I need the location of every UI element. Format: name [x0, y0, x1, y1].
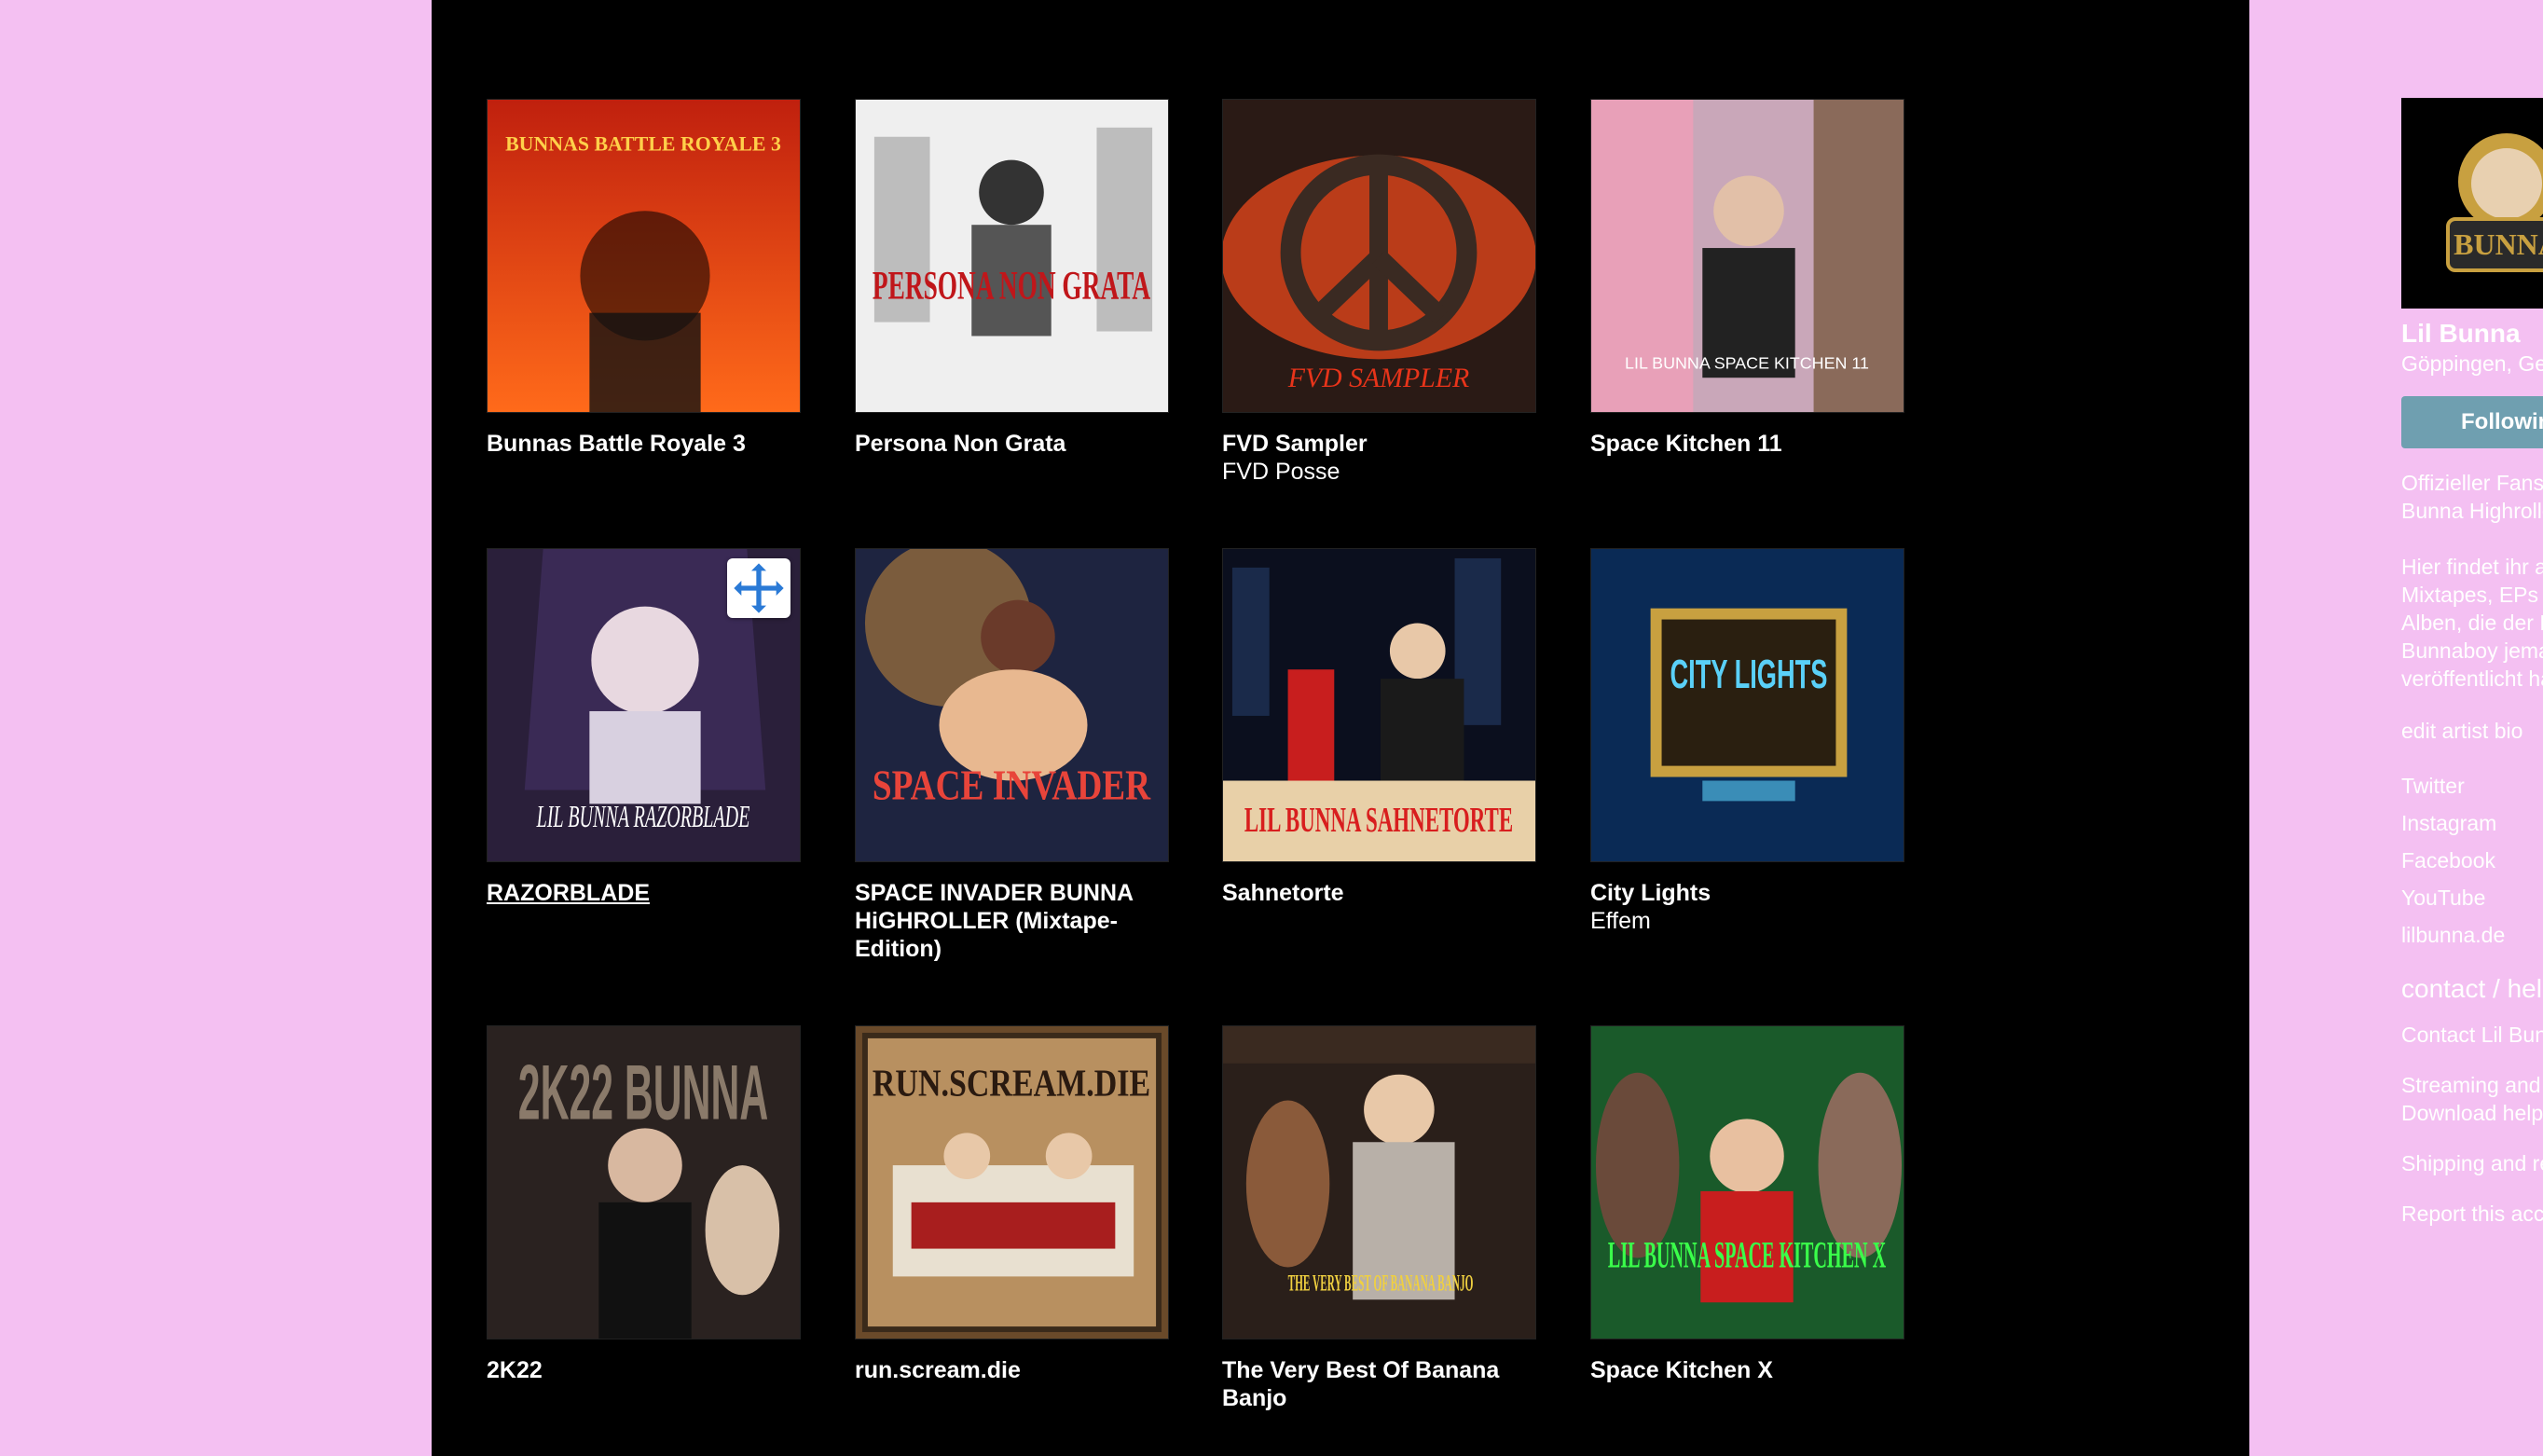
cover-text: LIL BUNNA SPACE KITCHEN 11: [1625, 353, 1869, 372]
album-title[interactable]: run.scream.die: [855, 1356, 1169, 1384]
album-cover[interactable]: FVD SAMPLER: [1222, 99, 1536, 413]
cover-text: LIL BUNNA RAZORBLADE: [536, 800, 749, 834]
album-cover[interactable]: LIL BUNNA SPACE KITCHEN 11: [1590, 99, 1904, 413]
move-button[interactable]: [727, 558, 790, 618]
contact-artist-link[interactable]: Contact Lil Bunna: [2401, 1021, 2543, 1049]
cover-text: PERSONA NON GRATA: [873, 264, 1150, 309]
album-cover[interactable]: BUNNAS BATTLE ROYALE 3: [487, 99, 801, 413]
twitter-link[interactable]: Twitter: [2401, 767, 2543, 804]
report-account-link[interactable]: Report this account: [2401, 1200, 2543, 1228]
album-title[interactable]: Space Kitchen 11: [1590, 430, 1904, 458]
album-item[interactable]: LIL BUNNA SPACE KITCHEN 11 Space Kitchen…: [1590, 99, 1904, 458]
artist-location: Göppingen, Germany: [2401, 351, 2543, 376]
move-icon: [734, 563, 784, 613]
album-item[interactable]: PERSONA NON GRATA Persona Non Grata: [855, 99, 1169, 458]
album-title[interactable]: Space Kitchen X: [1590, 1356, 1904, 1384]
album-cover[interactable]: SPACE INVADER: [855, 548, 1169, 862]
edit-bio-link[interactable]: edit artist bio: [2401, 717, 2543, 745]
album-cover[interactable]: RUN.SCREAM.DIE: [855, 1025, 1169, 1339]
album-item[interactable]: FVD SAMPLER FVD Sampler FVD Posse: [1222, 99, 1536, 486]
artist-bio: Offizieller Fanshop von Bunna Highroller…: [2401, 469, 2543, 693]
album-item[interactable]: 2K22 BUNNA 2K22: [487, 1025, 801, 1384]
cover-text: LIL BUNNA SAHNETORTE: [1244, 801, 1513, 840]
cover-text: BUNNAS BATTLE ROYALE 3: [505, 133, 781, 156]
album-item[interactable]: LIL BUNNA SPACE KITCHEN X Space Kitchen …: [1590, 1025, 1904, 1384]
album-title[interactable]: City Lights: [1590, 879, 1904, 907]
youtube-link[interactable]: YouTube: [2401, 879, 2543, 916]
artist-page-panel: BUNNAS BATTLE ROYALE 3 Bunnas Battle Roy…: [432, 0, 2543, 1456]
cover-text: FVD SAMPLER: [1287, 363, 1470, 393]
album-cover[interactable]: PERSONA NON GRATA: [855, 99, 1169, 413]
avatar-logo-text: BUNNA: [2454, 227, 2543, 261]
album-cover[interactable]: LIL BUNNA SPACE KITCHEN X: [1590, 1025, 1904, 1339]
bio-paragraph: Hier findet ihr alle Mixtapes, EPs und A…: [2401, 555, 2543, 691]
album-title[interactable]: RAZORBLADE: [487, 879, 801, 907]
album-artist[interactable]: FVD Posse: [1222, 458, 1536, 486]
website-link[interactable]: lilbunna.de: [2401, 916, 2543, 954]
social-links: Twitter Instagram Facebook YouTube lilbu…: [2401, 767, 2543, 954]
shipping-returns-link[interactable]: Shipping and returns: [2401, 1149, 2543, 1177]
follow-button[interactable]: Following: [2401, 396, 2543, 448]
album-cover[interactable]: LIL BUNNA RAZORBLADE: [487, 548, 801, 862]
album-artist[interactable]: Effem: [1590, 907, 1904, 935]
facebook-link[interactable]: Facebook: [2401, 842, 2543, 879]
album-title[interactable]: Persona Non Grata: [855, 430, 1169, 458]
artist-name[interactable]: Lil Bunna: [2401, 318, 2543, 350]
album-title[interactable]: Sahnetorte: [1222, 879, 1536, 907]
album-item[interactable]: LIL BUNNA RAZORBLADE RAZORBLADE: [487, 548, 801, 907]
album-title[interactable]: Bunnas Battle Royale 3: [487, 430, 801, 458]
streaming-help-link[interactable]: Streaming and Download help: [2401, 1071, 2543, 1127]
instagram-link[interactable]: Instagram: [2401, 804, 2543, 842]
album-cover[interactable]: CITY LIGHTS: [1590, 548, 1904, 862]
album-item[interactable]: THE VERY BEST OF BANANA BANJO The Very B…: [1222, 1025, 1536, 1412]
album-item[interactable]: BUNNAS BATTLE ROYALE 3 Bunnas Battle Roy…: [487, 99, 801, 458]
cover-text: CITY LIGHTS: [1670, 652, 1827, 697]
cover-text: LIL BUNNA SPACE KITCHEN X: [1608, 1234, 1886, 1275]
album-cover[interactable]: 2K22 BUNNA: [487, 1025, 801, 1339]
album-title[interactable]: SPACE INVADER BUNNA HiGHROLLER (Mixtape-…: [855, 879, 1169, 963]
artist-avatar[interactable]: BUNNA X: [2401, 98, 2543, 309]
album-title[interactable]: The Very Best Of Banana Banjo: [1222, 1356, 1536, 1412]
contact-help-heading: contact / help: [2401, 974, 2543, 1003]
album-item[interactable]: LIL BUNNA SAHNETORTE Sahnetorte: [1222, 548, 1536, 907]
help-links: Contact Lil Bunna Streaming and Download…: [2401, 1021, 2543, 1228]
bio-paragraph: Offizieller Fanshop von Bunna Highroller…: [2401, 471, 2543, 523]
album-title[interactable]: FVD Sampler: [1222, 430, 1536, 458]
album-cover[interactable]: THE VERY BEST OF BANANA BANJO: [1222, 1025, 1536, 1339]
album-item[interactable]: RUN.SCREAM.DIE run.scream.die: [855, 1025, 1169, 1384]
artist-sidebar: BUNNA X Lil Bunna Göppingen, Germany Fol…: [2401, 98, 2543, 1250]
album-cover[interactable]: LIL BUNNA SAHNETORTE: [1222, 548, 1536, 862]
cover-text: RUN.SCREAM.DIE: [873, 1063, 1150, 1106]
album-item[interactable]: SPACE INVADER SPACE INVADER BUNNA HiGHRO…: [855, 548, 1169, 963]
cover-text: SPACE INVADER: [873, 761, 1151, 808]
album-item[interactable]: CITY LIGHTS City Lights Effem: [1590, 548, 1904, 935]
cover-text: 2K22 BUNNA: [518, 1048, 768, 1135]
cover-text: THE VERY BEST OF BANANA BANJO: [1288, 1269, 1474, 1296]
album-title[interactable]: 2K22: [487, 1356, 801, 1384]
